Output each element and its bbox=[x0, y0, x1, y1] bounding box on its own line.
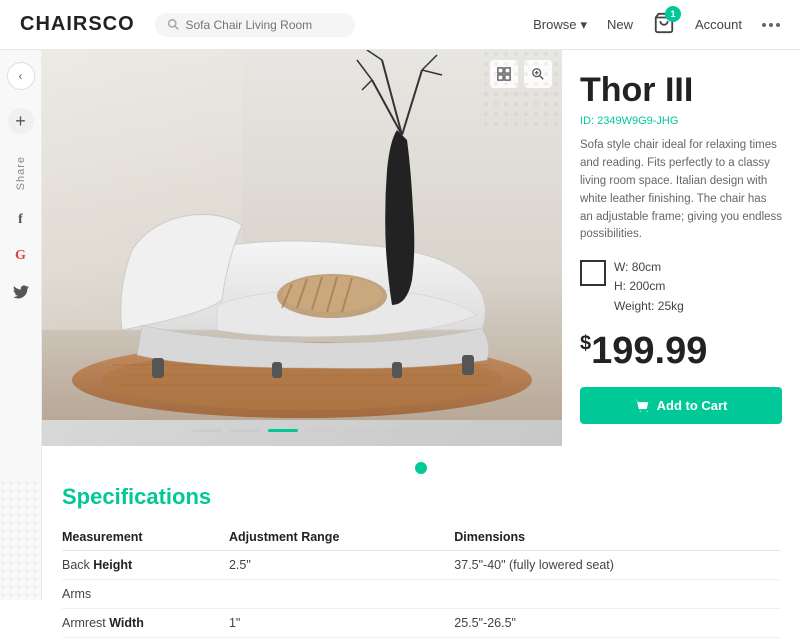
new-nav[interactable]: New bbox=[607, 17, 633, 32]
twitter-icon[interactable] bbox=[9, 280, 33, 304]
specs-col-range: Adjustment Range bbox=[229, 524, 454, 551]
share-label: Share bbox=[15, 156, 27, 190]
product-title: Thor III bbox=[580, 72, 782, 109]
dot-icon bbox=[776, 23, 780, 27]
product-description: Sofa style chair ideal for relaxing time… bbox=[580, 137, 782, 244]
sidebar: ‹ + Share f G bbox=[0, 50, 42, 600]
table-row: Back Height 2.5" 37.5"-40" (fully lowere… bbox=[62, 550, 780, 579]
specs-table: Measurement Adjustment Range Dimensions … bbox=[62, 524, 780, 638]
facebook-icon[interactable]: f bbox=[9, 208, 33, 232]
dimensions-icon bbox=[580, 260, 606, 286]
product-price: $199.99 bbox=[580, 330, 782, 373]
add-button[interactable]: + bbox=[8, 108, 34, 134]
product-id: ID: 2349W9G9-JHG bbox=[580, 115, 782, 127]
spec-measurement-3: Armrest Width bbox=[62, 608, 229, 637]
search-bar[interactable] bbox=[155, 13, 355, 37]
specs-col-dimensions: Dimensions bbox=[454, 524, 780, 551]
spec-range-3: 1" bbox=[229, 608, 454, 637]
specs-title: Specifications bbox=[62, 484, 780, 510]
image-dots bbox=[192, 429, 412, 432]
image-dot-4[interactable] bbox=[306, 429, 336, 432]
prev-arrow-button[interactable]: ‹ bbox=[7, 62, 35, 90]
spec-range-1: 2.5" bbox=[229, 550, 454, 579]
chevron-down-icon: ▾ bbox=[580, 17, 587, 33]
image-dot-1[interactable] bbox=[192, 429, 222, 432]
table-row: Arms bbox=[62, 579, 780, 608]
cart-badge: 1 bbox=[665, 6, 681, 22]
spec-dim-1: 37.5"-40" (fully lowered seat) bbox=[454, 550, 780, 579]
add-to-cart-label: Add to Cart bbox=[657, 398, 728, 413]
image-dot-6[interactable] bbox=[382, 429, 412, 432]
google-icon[interactable]: G bbox=[9, 244, 33, 268]
image-dot-5[interactable] bbox=[344, 429, 374, 432]
logo: CHAIRSCO bbox=[20, 13, 135, 36]
specs-col-measurement: Measurement bbox=[62, 524, 229, 551]
dimensions-text: W: 80cm H: 200cm Weight: 25kg bbox=[614, 258, 684, 316]
product-image-container bbox=[42, 50, 562, 446]
specs-dot bbox=[415, 462, 427, 474]
dot-icon bbox=[769, 23, 773, 27]
nav: Browse ▾ New 1 Account bbox=[533, 12, 780, 37]
spec-measurement-2: Arms bbox=[62, 579, 229, 608]
header: CHAIRSCO Browse ▾ New 1 Account bbox=[0, 0, 800, 50]
search-icon bbox=[167, 18, 180, 31]
browse-nav[interactable]: Browse ▾ bbox=[533, 17, 587, 33]
twitter-bird bbox=[13, 285, 29, 299]
specs-indicator bbox=[62, 462, 780, 474]
image-dot-3[interactable] bbox=[268, 429, 298, 432]
table-row: Armrest Width 1" 25.5"-26.5" bbox=[62, 608, 780, 637]
corner-dots-pattern bbox=[482, 50, 562, 130]
spec-range-2 bbox=[229, 579, 454, 608]
more-menu-button[interactable] bbox=[762, 23, 780, 27]
main-content: ‹ + Share f G bbox=[0, 50, 800, 600]
spec-measurement-1: Back Height bbox=[62, 550, 229, 579]
product-info: Thor III ID: 2349W9G9-JHG Sofa style cha… bbox=[562, 50, 800, 446]
add-to-cart-button[interactable]: Add to Cart bbox=[580, 387, 782, 424]
cart-button-icon bbox=[635, 398, 649, 412]
cart-button[interactable]: 1 bbox=[653, 12, 675, 37]
product-dimensions: W: 80cm H: 200cm Weight: 25kg bbox=[580, 258, 782, 316]
dot-icon bbox=[762, 23, 766, 27]
spec-dim-3: 25.5"-26.5" bbox=[454, 608, 780, 637]
product-top: Thor III ID: 2349W9G9-JHG Sofa style cha… bbox=[42, 50, 800, 446]
image-dot-2[interactable] bbox=[230, 429, 260, 432]
spec-dim-2 bbox=[454, 579, 780, 608]
account-nav[interactable]: Account bbox=[695, 17, 742, 32]
search-input[interactable] bbox=[185, 18, 342, 32]
social-links: f G bbox=[9, 208, 33, 304]
decorative-dots bbox=[0, 480, 40, 600]
product-section: Thor III ID: 2349W9G9-JHG Sofa style cha… bbox=[42, 50, 800, 600]
specs-section: Specifications Measurement Adjustment Ra… bbox=[42, 446, 800, 638]
